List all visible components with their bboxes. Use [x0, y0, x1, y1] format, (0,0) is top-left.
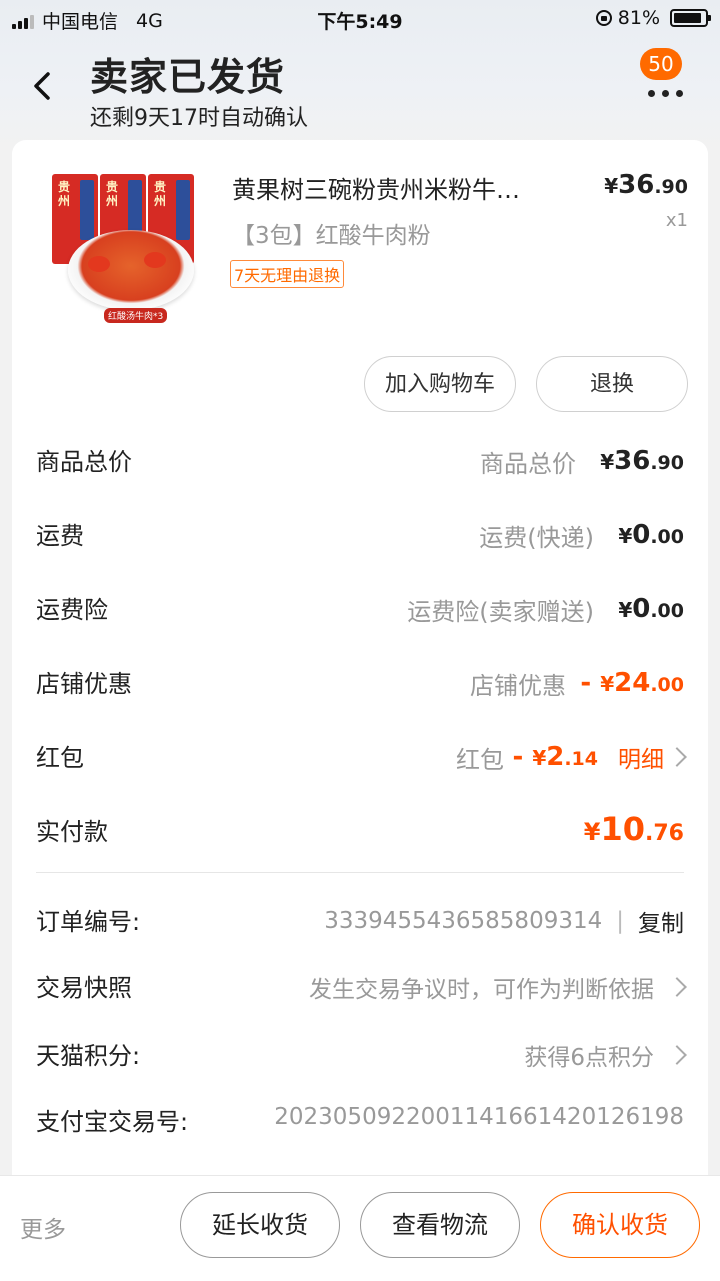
- tomato-graphic: [88, 256, 110, 272]
- page-header: 卖家已发货 还剩9天17时自动确认 50: [0, 40, 720, 136]
- product-image[interactable]: 贵州 贵州 贵州 红酸汤牛肉*3: [48, 168, 212, 330]
- row-amount: - ¥24.00: [580, 668, 684, 698]
- chevron-right-icon: [667, 977, 687, 997]
- add-to-cart-button[interactable]: 加入购物车: [364, 356, 516, 412]
- view-logistics-button[interactable]: 查看物流: [360, 1192, 520, 1258]
- back-button[interactable]: [28, 68, 60, 104]
- row-description: 商品总价: [480, 450, 576, 478]
- product-quantity: x1: [665, 210, 688, 231]
- row-label: 店铺优惠: [36, 670, 132, 698]
- product-spec: 【3包】红酸牛肉粉: [232, 223, 431, 249]
- paid-amount: ¥10.76: [583, 810, 684, 848]
- auto-confirm-countdown: 还剩9天17时自动确认: [90, 106, 308, 131]
- snapshot-row[interactable]: 交易快照 发生交易争议时，可作为判断依据: [36, 968, 687, 1008]
- row-description: 店铺优惠: [470, 672, 566, 700]
- summary-row-store-discount: 店铺优惠 店铺优惠 - ¥24.00: [36, 664, 684, 704]
- summary-row-red-packet: 红包 红包 - ¥2.14 明细: [36, 738, 687, 778]
- row-description: 红包: [456, 746, 504, 774]
- status-bar: 中国电信 4G 下午5:49 81%: [0, 0, 720, 36]
- alipay-label: 支付宝交易号:: [36, 1108, 189, 1136]
- row-description: 运费险(卖家赠送): [407, 598, 594, 626]
- bottom-action-bar: 更多 延长收货 查看物流 确认收货: [0, 1175, 720, 1281]
- order-card: 贵州 贵州 贵州 红酸汤牛肉*3 黄果树三碗粉贵州米粉牛… 【3包】红酸牛肉粉 …: [12, 140, 708, 1175]
- copy-order-number-button[interactable]: 复制: [638, 904, 684, 938]
- points-label: 天猫积分:: [36, 1042, 141, 1070]
- red-packet-details-link[interactable]: 明细: [618, 740, 687, 774]
- row-amount: ¥36.90: [600, 446, 684, 476]
- more-actions-button[interactable]: 更多: [20, 1210, 66, 1244]
- summary-row-subtotal: 商品总价 商品总价 ¥36.90: [36, 442, 684, 482]
- row-amount: - ¥2.14: [512, 742, 598, 772]
- row-amount: ¥0.00: [618, 520, 684, 550]
- product-name[interactable]: 黄果树三碗粉贵州米粉牛…: [232, 170, 562, 205]
- message-badge: 50: [640, 48, 682, 80]
- return-policy-tag: 7天无理由退换: [230, 260, 345, 288]
- row-label: 商品总价: [36, 448, 132, 476]
- snapshot-label: 交易快照: [36, 974, 132, 1002]
- snapshot-value: 发生交易争议时，可作为判断依据: [309, 970, 687, 1004]
- order-number-row: 订单编号: 3339455436585809314 | 复制: [36, 902, 684, 942]
- row-label: 红包: [36, 744, 84, 772]
- summary-row-paid: 实付款 ¥10.76: [36, 810, 684, 852]
- page-title: 卖家已发货: [90, 55, 286, 99]
- chevron-right-icon: [667, 1045, 687, 1065]
- more-dots-icon: [648, 90, 683, 97]
- divider: [36, 872, 684, 873]
- status-right: 81%: [595, 7, 711, 29]
- summary-row-shipping: 运费 运费(快递) ¥0.00: [36, 516, 684, 556]
- image-caption: 红酸汤牛肉*3: [104, 308, 168, 323]
- alipay-transaction-number: 2023050922001141661420126198: [274, 1104, 684, 1130]
- summary-row-shipping-insurance: 运费险 运费险(卖家赠送) ¥0.00: [36, 590, 684, 630]
- rotation-lock-icon: [595, 10, 612, 26]
- row-label: 实付款: [36, 818, 108, 846]
- more-menu-button[interactable]: 50: [638, 48, 698, 108]
- points-value: 获得6点积分: [524, 1038, 687, 1072]
- chevron-right-icon: [667, 747, 687, 767]
- battery-icon: [670, 9, 711, 27]
- product-price: ¥36.90: [604, 170, 688, 200]
- noodle-bowl-graphic: [68, 230, 194, 310]
- order-number-value: 3339455436585809314 | 复制: [324, 904, 684, 938]
- points-row[interactable]: 天猫积分: 获得6点积分: [36, 1036, 687, 1076]
- confirm-receipt-button[interactable]: 确认收货: [540, 1192, 700, 1258]
- return-exchange-button[interactable]: 退换: [536, 356, 688, 412]
- tomato-graphic: [144, 252, 166, 268]
- row-amount: ¥0.00: [618, 594, 684, 624]
- battery-percent: 81%: [617, 7, 660, 29]
- extend-receipt-button[interactable]: 延长收货: [180, 1192, 340, 1258]
- row-label: 运费: [36, 522, 84, 550]
- alipay-row: 支付宝交易号: 2023050922001141661420126198: [36, 1102, 684, 1142]
- order-number-label: 订单编号:: [36, 908, 141, 936]
- row-description: 运费(快递): [479, 524, 594, 552]
- chevron-left-icon: [34, 72, 50, 100]
- row-label: 运费险: [36, 596, 108, 624]
